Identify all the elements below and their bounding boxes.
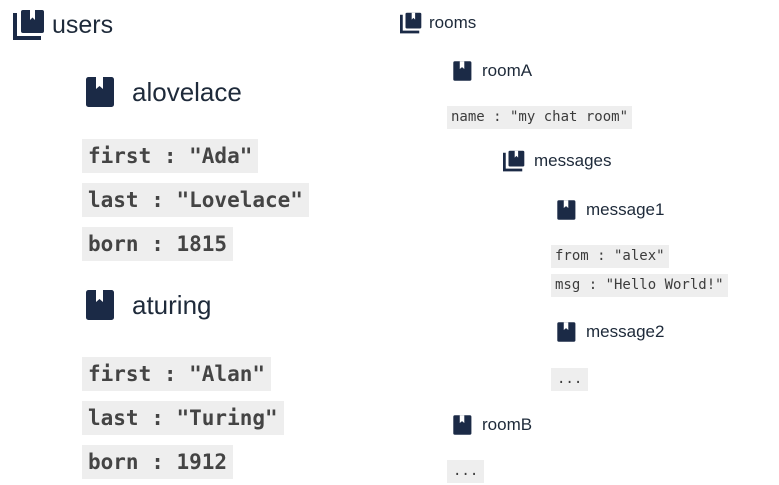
message1-document-id: message1 bbox=[586, 200, 665, 219]
collection-icon bbox=[502, 150, 526, 172]
aturing-document-header: aturing bbox=[84, 289, 212, 321]
collection-icon bbox=[12, 9, 46, 41]
document-icon bbox=[84, 76, 118, 108]
message2-document-header: message2 bbox=[556, 321, 664, 343]
alovelace-field-last: last : "Lovelace" bbox=[82, 183, 309, 217]
message2-document-id: message2 bbox=[586, 322, 665, 341]
roomB-ellipsis: ... bbox=[447, 460, 485, 483]
aturing-document-id: aturing bbox=[132, 289, 212, 320]
roomA-document-id: roomA bbox=[482, 61, 533, 80]
aturing-field-first: first : "Alan" bbox=[82, 357, 272, 391]
document-icon bbox=[452, 414, 474, 436]
alovelace-document-id: alovelace bbox=[132, 76, 242, 107]
message1-document-header: message1 bbox=[556, 199, 664, 221]
messages-collection-header: messages bbox=[502, 150, 611, 172]
document-icon bbox=[84, 289, 118, 321]
messages-collection-title: messages bbox=[534, 151, 612, 170]
roomA-field-name: name : "my chat room" bbox=[447, 106, 633, 129]
message1-field-from: from : "alex" bbox=[551, 245, 669, 268]
collection-icon bbox=[399, 12, 423, 34]
users-collection-title: users bbox=[52, 10, 114, 39]
roomB-document-id: roomB bbox=[482, 415, 533, 434]
message1-field-msg: msg : "Hello World!" bbox=[551, 274, 728, 297]
document-icon bbox=[556, 321, 578, 343]
rooms-collection-title: rooms bbox=[429, 13, 477, 32]
rooms-collection-header: rooms bbox=[399, 12, 476, 34]
alovelace-field-first: first : "Ada" bbox=[82, 139, 259, 173]
roomA-document-header: roomA bbox=[452, 60, 532, 82]
alovelace-document-header: alovelace bbox=[84, 76, 242, 108]
alovelace-field-born: born : 1815 bbox=[82, 227, 234, 261]
aturing-field-last: last : "Turing" bbox=[82, 401, 284, 435]
roomB-document-header: roomB bbox=[452, 414, 532, 436]
aturing-field-born: born : 1912 bbox=[82, 445, 234, 479]
document-icon bbox=[556, 199, 578, 221]
document-icon bbox=[452, 60, 474, 82]
users-collection-header: users bbox=[12, 9, 113, 41]
message2-ellipsis: ... bbox=[551, 368, 589, 391]
